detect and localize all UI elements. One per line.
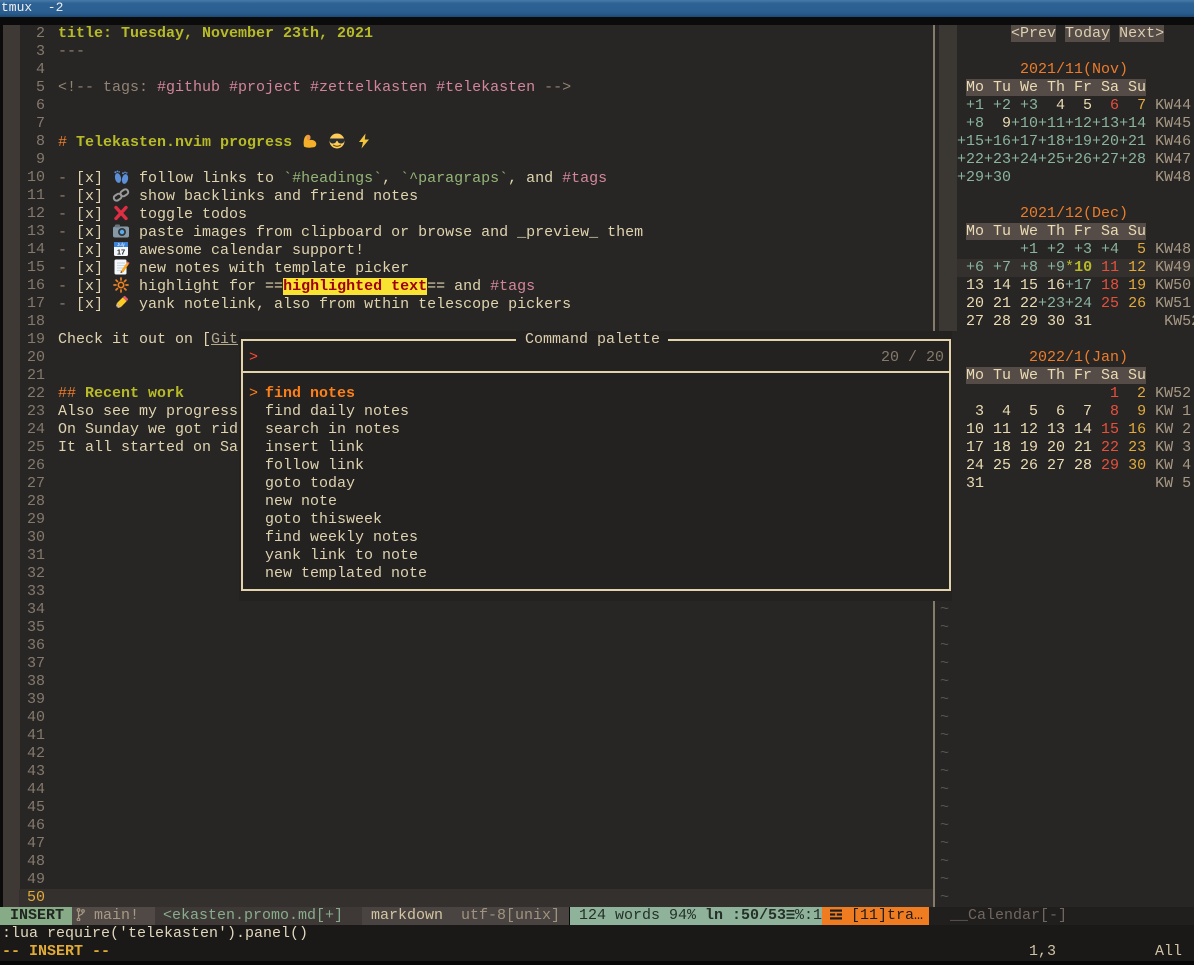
- svg-text:17: 17: [117, 248, 125, 257]
- svg-text:July: July: [117, 242, 125, 247]
